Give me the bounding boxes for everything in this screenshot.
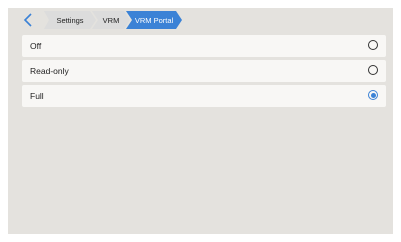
option-off[interactable]: Off (22, 35, 386, 57)
option-full[interactable]: Full (22, 85, 386, 107)
chevron-left-icon (23, 13, 32, 27)
breadcrumb-item-settings[interactable]: Settings (44, 11, 96, 29)
radio-button[interactable] (368, 40, 378, 50)
breadcrumb-item-vrm-portal[interactable]: VRM Portal (126, 11, 182, 29)
option-label: Off (30, 41, 42, 51)
option-read-only[interactable]: Read-only (22, 60, 386, 82)
options-list: Off Read-only Full (22, 35, 386, 110)
radio-button[interactable] (368, 65, 378, 75)
option-label: Read-only (30, 66, 69, 76)
top-bar: Settings VRM VRM Portal (8, 8, 393, 32)
screen: Settings VRM VRM Portal Off Read-only Fu… (8, 8, 393, 234)
breadcrumb-item-vrm[interactable]: VRM (92, 11, 130, 29)
option-label: Full (30, 91, 44, 101)
breadcrumb-label: VRM Portal (134, 15, 174, 25)
radio-button-selected[interactable] (368, 90, 378, 100)
breadcrumb-label: Settings (56, 15, 84, 25)
back-button[interactable] (22, 13, 34, 27)
breadcrumb-label: VRM (102, 15, 120, 25)
